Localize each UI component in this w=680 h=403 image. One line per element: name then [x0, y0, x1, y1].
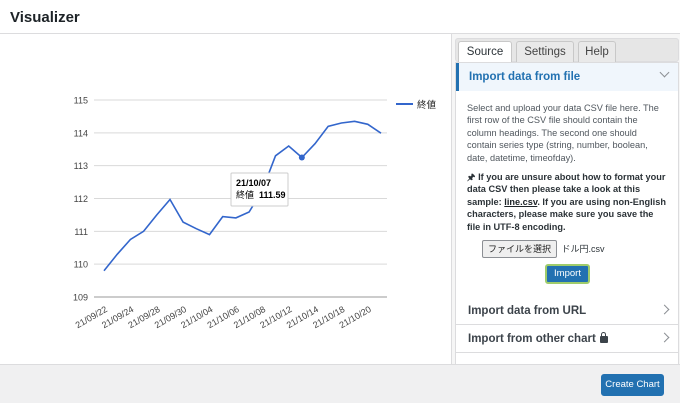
tooltip-date: 21/10/07 — [236, 178, 271, 188]
lock-icon — [599, 332, 608, 343]
tooltip-series: 終値 — [236, 189, 254, 201]
import-url-title: Import data from URL — [468, 305, 587, 317]
line-chart: 109 110 111 112 113 114 115 21/09/2221/09/2421… — [73, 96, 437, 331]
y-axis-labels: 109 110 111 112 113 114 115 — [73, 96, 88, 303]
sample-csv-link[interactable]: line.csv — [504, 197, 537, 207]
chart-tooltip: 21/10/07 終値 111.59 — [230, 172, 289, 207]
page-header: Visualizer — [0, 0, 680, 34]
chart-legend: 終値 — [396, 99, 437, 111]
import-url-section[interactable]: Import data from URL — [455, 297, 679, 325]
selected-file-name: ドル円.csv — [561, 243, 605, 254]
chart-preview: 109 110 111 112 113 114 115 21/09/22 21/09/24 21… — [0, 34, 451, 364]
import-file-header[interactable]: Import data from file — [456, 63, 678, 91]
tab-help[interactable]: Help — [578, 41, 616, 63]
file-input-row: ファイルを選択 ドル円.csv — [467, 240, 668, 259]
import-note: 🖈 If you are unsure about how to format … — [467, 171, 668, 233]
import-other-chart-title: Import from other chart — [468, 332, 608, 345]
y-tick-label: 110 — [74, 260, 88, 270]
create-chart-button[interactable]: Create Chart — [601, 374, 664, 396]
chevron-right-icon — [659, 304, 670, 315]
y-tick-label: 114 — [74, 128, 88, 138]
import-file-body: Select and upload your data CSV file her… — [456, 91, 678, 285]
tab-source[interactable]: Source — [458, 41, 512, 64]
tab-bar: Source Settings Help — [455, 38, 679, 64]
y-tick-label: 113 — [74, 161, 88, 171]
more-sections-cutoff — [455, 353, 679, 364]
highlighted-point — [298, 154, 305, 161]
import-button[interactable]: Import — [545, 264, 590, 285]
tooltip-value: 111.59 — [259, 190, 286, 200]
import-description: Select and upload your data CSV file her… — [467, 103, 659, 163]
import-other-chart-section[interactable]: Import from other chart — [455, 325, 679, 353]
chevron-right-icon — [659, 332, 670, 343]
sidebar: Source Settings Help Import data from fi… — [451, 34, 680, 364]
y-tick-label: 111 — [74, 227, 88, 237]
tab-settings[interactable]: Settings — [516, 41, 574, 63]
y-tick-label: 109 — [73, 293, 88, 303]
x-axis-labels: 21/09/2221/09/2421/09/2821/09/3021/10/04… — [74, 304, 373, 330]
y-tick-label: 115 — [74, 96, 88, 106]
import-file-panel: Import data from file Select and upload … — [455, 62, 679, 302]
choose-file-button[interactable]: ファイルを選択 — [482, 240, 558, 259]
footer-bar: Create Chart — [0, 364, 680, 403]
pushpin-icon: 🖈 — [467, 172, 479, 183]
page-title: Visualizer — [10, 9, 80, 26]
y-tick-label: 112 — [74, 194, 88, 204]
chevron-down-icon — [659, 67, 670, 78]
import-other-chart-label: Import from other chart — [468, 333, 596, 345]
import-file-title: Import data from file — [469, 71, 581, 83]
legend-label: 終値 — [417, 99, 437, 111]
